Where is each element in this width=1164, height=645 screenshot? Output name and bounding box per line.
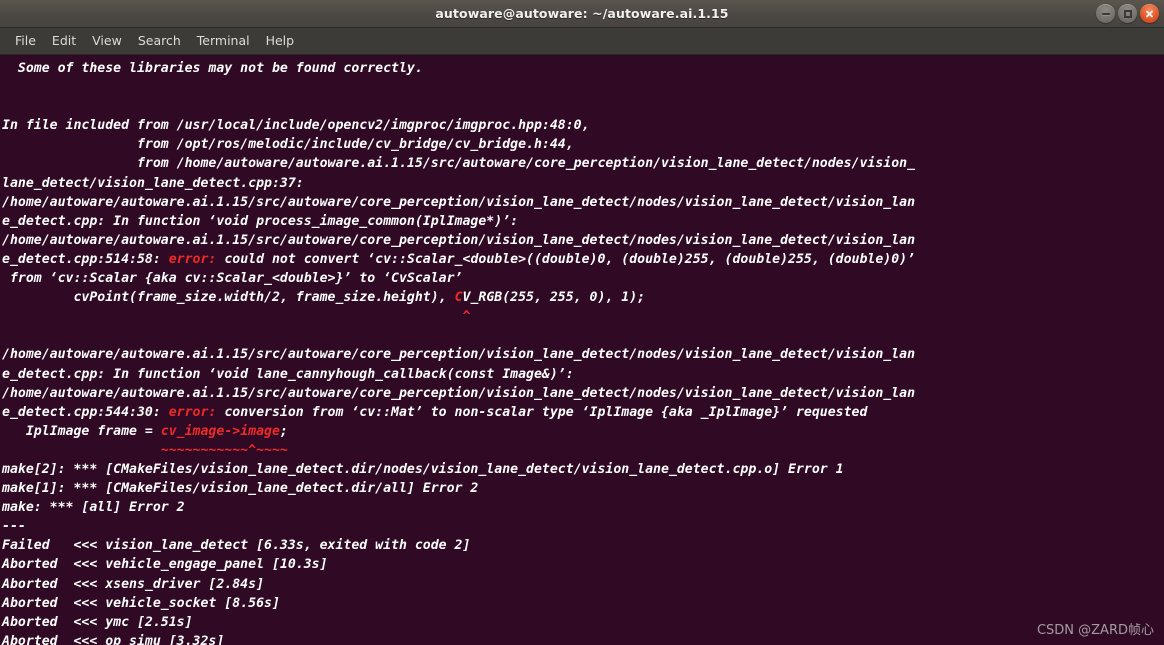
terminal-text-run: /home/autoware/autoware.ai.1.15/src/auto…	[2, 194, 916, 210]
terminal-output-area[interactable]: Some of these libraries may not be found…	[0, 55, 1164, 645]
terminal-text-run: In file included from /usr/local/include…	[2, 118, 590, 134]
terminal-text-run: Aborted <<< op_simu [3.32s]	[2, 633, 225, 645]
terminal-text-run: IplImage frame =	[2, 423, 161, 439]
window-title: autoware@autoware: ~/autoware.ai.1.15	[435, 6, 729, 21]
maximize-icon	[1123, 9, 1132, 18]
terminal-text-run: from ‘cv::Scalar {aka cv::Scalar_<double…	[2, 271, 463, 287]
terminal-line: from /home/autoware/autoware.ai.1.15/src…	[2, 154, 1164, 173]
terminal-text-run: ---	[2, 519, 26, 535]
terminal-line: /home/autoware/autoware.ai.1.15/src/auto…	[2, 345, 1164, 364]
terminal-line: ^	[2, 307, 1164, 326]
menu-item-file[interactable]: File	[7, 30, 44, 52]
terminal-text: Some of these libraries may not be found…	[1, 59, 1164, 645]
terminal-line: Aborted <<< ymc [2.51s]	[2, 613, 1164, 632]
terminal-text-run: lane_detect/vision_lane_detect.cpp:37:	[2, 175, 304, 191]
terminal-text-run: /home/autoware/autoware.ai.1.15/src/auto…	[2, 232, 916, 248]
maximize-button[interactable]	[1118, 4, 1137, 23]
terminal-line: /home/autoware/autoware.ai.1.15/src/auto…	[2, 193, 1164, 212]
terminal-line: Aborted <<< op_simu [3.32s]	[2, 632, 1164, 645]
minimize-icon	[1101, 12, 1110, 15]
terminal-text-run: could not convert ‘cv::Scalar_<double>((…	[216, 251, 916, 267]
terminal-text-run: e_detect.cpp:544:30:	[2, 404, 169, 420]
terminal-error-text: cv_image->image	[160, 423, 280, 439]
terminal-text-run: Failed <<< vision_lane_detect [6.33s, ex…	[2, 538, 471, 554]
terminal-line: lane_detect/vision_lane_detect.cpp:37:	[2, 174, 1164, 193]
terminal-text-run: /home/autoware/autoware.ai.1.15/src/auto…	[2, 385, 916, 401]
menu-bar: File Edit View Search Terminal Help	[0, 28, 1164, 55]
minimize-button[interactable]	[1096, 4, 1115, 23]
terminal-text-run: V_RGB(255, 255, 0), 1);	[462, 290, 646, 306]
terminal-window: autoware@autoware: ~/autoware.ai.1.15 Fi…	[0, 0, 1164, 645]
close-button[interactable]	[1140, 4, 1159, 23]
terminal-line: cvPoint(frame_size.width/2, frame_size.h…	[2, 288, 1164, 307]
terminal-error-text: ^	[2, 309, 471, 325]
terminal-text-run: Some of these libraries may not be found…	[2, 61, 423, 76]
menu-item-terminal[interactable]: Terminal	[189, 30, 258, 52]
terminal-line: Failed <<< vision_lane_detect [6.33s, ex…	[2, 536, 1164, 555]
close-icon	[1145, 9, 1154, 18]
menu-item-edit[interactable]: Edit	[44, 30, 84, 52]
menu-item-view[interactable]: View	[84, 30, 130, 52]
terminal-line: /home/autoware/autoware.ai.1.15/src/auto…	[2, 231, 1164, 250]
title-bar[interactable]: autoware@autoware: ~/autoware.ai.1.15	[0, 0, 1164, 28]
terminal-error-text: error:	[168, 251, 217, 267]
terminal-line: ---	[2, 517, 1164, 536]
menu-item-help[interactable]: Help	[258, 30, 303, 52]
terminal-line: make: *** [all] Error 2	[2, 498, 1164, 517]
terminal-error-text: error:	[168, 404, 217, 420]
terminal-line: from /opt/ros/melodic/include/cv_bridge/…	[2, 135, 1164, 154]
terminal-line: Some of these libraries may not be found…	[2, 59, 1164, 78]
terminal-text-run: Aborted <<< vehicle_engage_panel [10.3s]	[2, 557, 328, 573]
terminal-line: /home/autoware/autoware.ai.1.15/src/auto…	[2, 384, 1164, 403]
terminal-text-run: make: *** [all] Error 2	[2, 500, 185, 516]
terminal-line: make[2]: *** [CMakeFiles/vision_lane_det…	[2, 460, 1164, 479]
terminal-text-run: e_detect.cpp: In function ‘void process_…	[2, 213, 519, 229]
terminal-text-run: from /opt/ros/melodic/include/cv_bridge/…	[2, 137, 574, 153]
terminal-line: e_detect.cpp:544:30: error: conversion f…	[2, 403, 1164, 422]
terminal-line: e_detect.cpp: In function ‘void lane_can…	[2, 365, 1164, 384]
watermark: CSDN @ZARD帧心	[1036, 623, 1154, 638]
terminal-line: e_detect.cpp:514:58: error: could not co…	[2, 250, 1164, 269]
terminal-line: Aborted <<< xsens_driver [2.84s]	[2, 575, 1164, 594]
terminal-text-run: Aborted <<< vehicle_socket [8.56s]	[2, 595, 280, 611]
terminal-text-run: from /home/autoware/autoware.ai.1.15/src…	[2, 156, 916, 172]
terminal-line: Aborted <<< vehicle_engage_panel [10.3s]	[2, 555, 1164, 574]
terminal-text-run: Aborted <<< ymc [2.51s]	[2, 614, 193, 630]
terminal-text-run: e_detect.cpp: In function ‘void lane_can…	[2, 366, 574, 382]
terminal-line: make[1]: *** [CMakeFiles/vision_lane_det…	[2, 479, 1164, 498]
terminal-line: e_detect.cpp: In function ‘void process_…	[2, 212, 1164, 231]
terminal-text-run: make[2]: *** [CMakeFiles/vision_lane_det…	[2, 461, 844, 477]
terminal-text-run: cvPoint(frame_size.width/2, frame_size.h…	[2, 290, 455, 306]
terminal-line: from ‘cv::Scalar {aka cv::Scalar_<double…	[2, 269, 1164, 288]
window-controls	[1096, 0, 1159, 27]
terminal-line: In file included from /usr/local/include…	[2, 116, 1164, 135]
terminal-text-run: /home/autoware/autoware.ai.1.15/src/auto…	[2, 347, 916, 363]
terminal-text-run: make[1]: *** [CMakeFiles/vision_lane_det…	[2, 481, 479, 497]
terminal-text-run: ;	[279, 423, 288, 439]
menu-item-search[interactable]: Search	[130, 30, 189, 52]
terminal-text-run: Aborted <<< xsens_driver [2.84s]	[2, 576, 265, 592]
terminal-error-text: ~~~~~~~~~~~^~~~~	[2, 442, 288, 458]
terminal-text-run: e_detect.cpp:514:58:	[2, 251, 169, 267]
terminal-text-run: conversion from ‘cv::Mat’ to non-scalar …	[216, 404, 868, 420]
terminal-line: IplImage frame = cv_image->image;	[2, 422, 1164, 441]
terminal-line: ~~~~~~~~~~~^~~~~	[2, 441, 1164, 460]
terminal-line: Aborted <<< vehicle_socket [8.56s]	[2, 594, 1164, 613]
terminal-error-text: C	[454, 290, 463, 306]
